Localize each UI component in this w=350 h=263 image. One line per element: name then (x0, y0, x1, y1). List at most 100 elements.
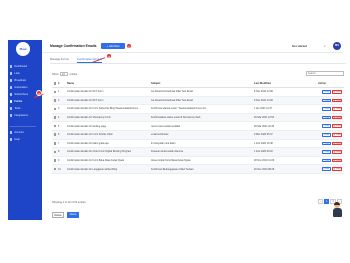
edit-button[interactable]: ✎ Edit (321, 132, 331, 137)
select-all-checkbox[interactable] (53, 82, 57, 85)
row-checkbox[interactable] (53, 142, 57, 145)
edit-button[interactable]: ✎ Edit (321, 141, 331, 146)
edit-button[interactable]: ✎ Edit (321, 167, 331, 171)
list-icon (10, 72, 13, 75)
entries-select[interactable]: 10 (60, 72, 68, 76)
column-header-last-modified[interactable]: Last Modified (254, 82, 302, 85)
table-row[interactable]: 3 Confirmation Emails for Form Subscribe … (52, 105, 344, 114)
delete-label: Delete (336, 151, 342, 154)
edit-label: Edit (325, 151, 329, 154)
delete-button[interactable]: 🗑 Delete (332, 141, 342, 146)
edit-button[interactable]: ✎ Edit (321, 124, 331, 128)
row-name: Confirmation Emails for Form Subscribe B… (67, 107, 139, 111)
delete-button[interactable]: 🗑 Delete (332, 107, 342, 111)
tab-manage-forms[interactable]: Manage Forms (50, 56, 69, 63)
sidebar-item-help[interactable]: Help (10, 137, 40, 142)
edit-button[interactable]: ✎ Edit (321, 150, 331, 154)
table-row[interactable]: 7 Confirmation Emails for klaim gratis aj… (52, 140, 344, 149)
sidebar-item-label: Integrations (14, 114, 28, 117)
row-checkbox[interactable] (53, 167, 57, 171)
clone-button[interactable]: Clone (67, 212, 79, 218)
column-header-name[interactable]: Name (67, 82, 151, 85)
row-checkbox[interactable] (53, 150, 57, 154)
sidebar-item-label: Lists (14, 72, 20, 75)
row-subject: Ini hanyalah cara klaim (151, 141, 176, 145)
table-row[interactable]: 8 Confirmation Emails for Order Form Digi… (52, 148, 344, 157)
app-logo[interactable]: Flow (16, 42, 30, 56)
delete-button[interactable]: 🗑 Delete (332, 124, 342, 128)
delete-button[interactable]: 🗑 Delete (332, 90, 342, 94)
row-name: Confirmation Emails for klaim gratis aja (67, 141, 109, 145)
add-new-label: Add New (108, 44, 120, 48)
row-last-modified: 9 Mar 2020 05:47 (254, 133, 273, 137)
table-row[interactable]: 1 Confirmation Emails for NFT Form Go Ahea… (52, 88, 344, 97)
bell-icon[interactable]: ♪ (324, 44, 328, 48)
row-name: Confirmation Emails for NFT Form (67, 90, 104, 94)
sidebar-item-lists[interactable]: Lists (10, 71, 40, 76)
page-title: Manage Confirmation Emails (50, 44, 97, 48)
tools-icon (10, 107, 13, 110)
delete-label: Delete (336, 108, 342, 111)
get-started-link[interactable]: Get started (292, 44, 307, 48)
account-icon (10, 131, 13, 134)
delete-button[interactable]: 🗑 Delete (332, 150, 342, 154)
row-name: Confirmation Emails for Form Double Opti… (67, 133, 113, 137)
row-last-modified: 26 Mar 2021 10:52 (254, 116, 275, 120)
sidebar-item-broadcast[interactable]: Broadcast (10, 78, 40, 83)
row-checkbox[interactable] (53, 116, 57, 119)
delete-label: Delete (336, 142, 342, 145)
avatar[interactable]: MS (333, 42, 341, 50)
row-checkbox[interactable] (53, 99, 57, 102)
sidebar-item-dashboard[interactable]: Dashboard (10, 64, 40, 69)
support-chat-avatar[interactable] (331, 202, 343, 218)
edit-button[interactable]: ✎ Edit (321, 98, 331, 103)
bulk-delete-button[interactable]: Delete (52, 212, 64, 218)
sidebar-item-label: Forms (14, 100, 23, 103)
edit-button[interactable]: ✎ Edit (321, 115, 331, 120)
table-row[interactable]: 9 Confirmation Emails for Form Buka Rasa … (52, 157, 344, 166)
row-number: 4 (58, 116, 60, 120)
delete-button[interactable]: 🗑 Delete (332, 115, 342, 120)
row-checkbox[interactable] (53, 107, 57, 111)
row-subject: email konfirmasi (151, 133, 169, 137)
delete-button[interactable]: 🗑 Delete (332, 98, 342, 103)
add-new-button[interactable]: + Add New (101, 43, 125, 49)
row-checkbox[interactable] (53, 133, 57, 137)
column-header-number[interactable]: # (58, 82, 67, 85)
prev-page-button[interactable]: ‹ (318, 199, 323, 204)
edit-button[interactable]: ✎ Edit (321, 90, 331, 94)
edit-button[interactable]: ✎ Edit (321, 107, 331, 111)
delete-button[interactable]: 🗑 Delete (332, 167, 342, 171)
row-checkbox[interactable] (53, 124, 57, 128)
table-row[interactable]: 6 Confirmation Emails for Form Double Opt… (52, 130, 344, 140)
table-row[interactable]: 10 Confirmation Emails for Langganan Arti… (52, 165, 344, 174)
sidebar-item-label: Help (14, 138, 20, 141)
page-button[interactable]: 1 (324, 199, 330, 204)
sidebar-item-tools[interactable]: Tools (10, 106, 40, 111)
show-label: Show (52, 72, 59, 76)
sidebar-item-automation[interactable]: Automation (10, 85, 40, 90)
delete-button[interactable]: 🗑 Delete (332, 158, 342, 163)
showing-info: Showing 1 to 10 of 15 entries (52, 201, 86, 204)
table-row[interactable]: 2 Confirmation Emails for NFT Form Go Ahea… (52, 96, 344, 106)
sidebar-item-label: Subscribers (14, 93, 29, 96)
users-icon (10, 93, 13, 96)
table-row[interactable]: 5 Confirmation Emails for landing page nom… (52, 122, 344, 131)
table-row[interactable]: 4 Confirmation Emails for Shondenny Form K… (52, 113, 344, 123)
search-input[interactable] (306, 71, 344, 76)
row-checkbox[interactable] (53, 90, 57, 94)
sidebar-item-label: Dashboard (14, 65, 28, 68)
edit-label: Edit (325, 125, 329, 128)
edit-label: Edit (325, 91, 329, 93)
sidebar-item-forms[interactable]: Forms (10, 99, 40, 104)
sidebar-item-integrations[interactable]: Integrations (10, 113, 40, 118)
column-header-subject[interactable]: Subject (151, 82, 254, 85)
row-number: 9 (58, 159, 60, 163)
row-name: Confirmation Emails for NFT Form (67, 98, 104, 102)
broadcast-icon (10, 79, 13, 82)
sidebar-item-account[interactable]: Account (10, 130, 40, 135)
row-checkbox[interactable] (53, 159, 57, 162)
edit-button[interactable]: ✎ Edit (321, 158, 331, 163)
delete-button[interactable]: 🗑 Delete (332, 132, 342, 137)
tab-confirmation-emails[interactable]: Confirmation Emails (76, 56, 102, 63)
